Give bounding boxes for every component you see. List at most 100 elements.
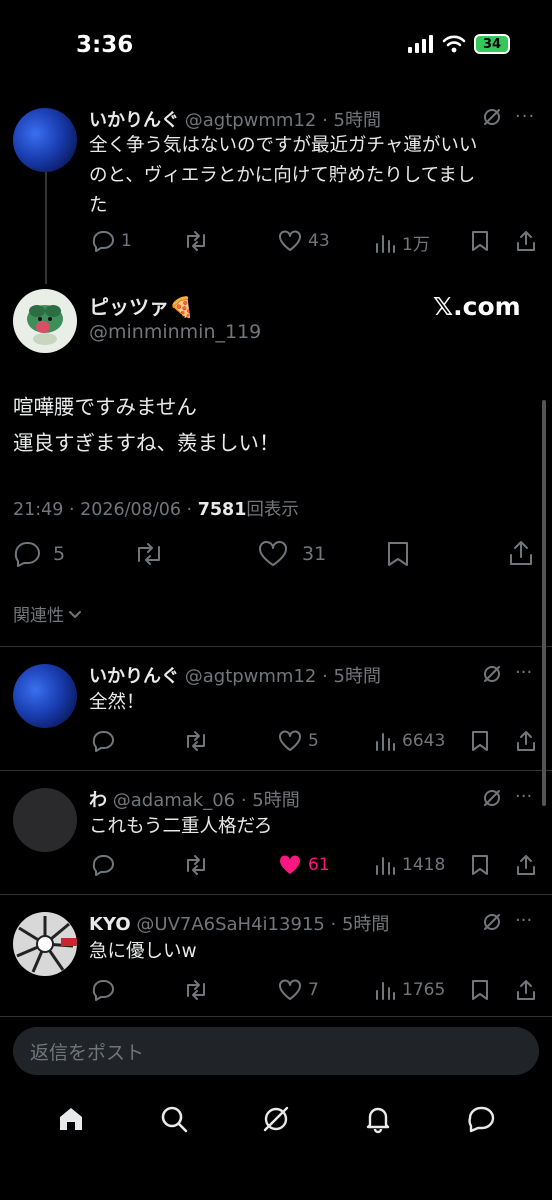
- more-options-icon[interactable]: ···: [515, 662, 532, 683]
- retweet-icon: [187, 980, 205, 1000]
- share-icon[interactable]: [515, 978, 537, 1002]
- retweet-button[interactable]: [183, 854, 215, 876]
- text-line: 運良すぎますね、羨ましい！: [13, 431, 280, 455]
- main-author-handle[interactable]: @minminmin_119: [89, 321, 261, 343]
- reply-button[interactable]: [91, 979, 121, 1001]
- divider: [0, 1016, 552, 1017]
- view-count: 1765: [402, 980, 446, 1000]
- author-handle[interactable]: @agtpwmm12: [185, 110, 317, 131]
- share-icon[interactable]: [515, 229, 537, 253]
- grok-nav-icon[interactable]: [261, 1104, 291, 1134]
- reply-1-header: いかりんぐ @agtpwmm12 · 5時間: [89, 666, 381, 687]
- retweet-icon: [187, 855, 205, 875]
- avatar-reply-2[interactable]: [13, 788, 77, 852]
- bottom-nav: [0, 1092, 552, 1146]
- like-count: 43: [308, 231, 330, 251]
- bookmark-icon[interactable]: [470, 854, 490, 876]
- heart-icon: [279, 230, 301, 251]
- text-line: 全く争う気はないのですが最近ガチャ運がいい: [89, 135, 478, 156]
- like-count: 7: [308, 980, 319, 1000]
- main-author-name[interactable]: ピッツァ🍕: [89, 291, 194, 320]
- reply-button[interactable]: [91, 730, 121, 752]
- views-button[interactable]: 1418: [374, 854, 445, 876]
- reply-icon: [92, 855, 114, 876]
- retweet-button[interactable]: [183, 979, 215, 1001]
- like-button[interactable]: 5: [278, 730, 319, 752]
- more-options-icon[interactable]: ···: [515, 910, 532, 931]
- bookmark-icon[interactable]: [470, 979, 490, 1001]
- author-name[interactable]: いかりんぐ: [89, 110, 179, 131]
- author-handle[interactable]: @agtpwmm12: [185, 666, 317, 687]
- cellular-signal-icon: [408, 35, 434, 53]
- parent-tweet-header: いかりんぐ @agtpwmm12 · 5時間: [89, 110, 381, 131]
- thread-line: [45, 172, 47, 284]
- divider: [0, 770, 552, 771]
- reply-icon: [92, 231, 114, 252]
- share-icon[interactable]: [515, 853, 537, 877]
- views-button[interactable]: 1万: [374, 230, 430, 255]
- author-handle[interactable]: @adamak_06: [113, 790, 235, 811]
- reply-3-header: KYO @UV7A6SaH4i13915 · 5時間: [89, 914, 390, 935]
- messages-icon[interactable]: [466, 1104, 496, 1134]
- main-retweet-button[interactable]: [133, 541, 171, 567]
- author-name[interactable]: いかりんぐ: [89, 666, 179, 687]
- grok-icon[interactable]: [482, 664, 502, 684]
- sort-dropdown[interactable]: 関連性: [13, 601, 82, 626]
- like-count: 61: [308, 855, 330, 875]
- search-icon[interactable]: [159, 1104, 189, 1134]
- more-options-icon[interactable]: ···: [515, 106, 535, 127]
- tweet-time[interactable]: 5時間: [342, 914, 389, 935]
- avatar-reply-3[interactable]: [13, 912, 77, 976]
- home-icon[interactable]: [56, 1104, 86, 1134]
- tweet-meta: 21:49 · 2026/08/06 · 7581回表示: [13, 496, 299, 521]
- views-label: 回表示: [246, 500, 299, 520]
- share-icon[interactable]: [515, 729, 537, 753]
- avatar-ikaring[interactable]: [13, 108, 77, 172]
- grok-icon[interactable]: [482, 912, 502, 932]
- heart-filled-icon: [279, 855, 301, 874]
- reply-count: 5: [53, 543, 66, 565]
- bookmark-icon[interactable]: [470, 730, 490, 752]
- tweet-timestamp[interactable]: 21:49 · 2026/08/06 ·: [13, 500, 198, 520]
- views-button[interactable]: 1765: [374, 979, 445, 1001]
- like-button[interactable]: 7: [278, 979, 319, 1001]
- sort-label: 関連性: [13, 606, 64, 626]
- author-handle[interactable]: @UV7A6SaH4i13915: [136, 914, 324, 935]
- bookmark-icon[interactable]: [470, 230, 490, 252]
- main-reply-button[interactable]: 5: [13, 541, 65, 567]
- tweet-time[interactable]: 5時間: [334, 666, 381, 687]
- like-button[interactable]: 43: [278, 230, 330, 252]
- author-name[interactable]: KYO: [89, 914, 131, 935]
- avatar-reply-1[interactable]: [13, 664, 77, 728]
- tweet-time[interactable]: 5時間: [334, 110, 381, 131]
- views-icon: [376, 857, 395, 875]
- main-like-button[interactable]: 31: [258, 541, 326, 567]
- avatar-pizza[interactable]: [13, 289, 77, 353]
- x-com-watermark: 𝕏.com: [433, 292, 521, 321]
- main-share-icon[interactable]: [508, 539, 534, 567]
- view-count: 6643: [402, 731, 446, 751]
- tweet-time[interactable]: 5時間: [252, 790, 299, 811]
- reply-button[interactable]: [91, 854, 121, 876]
- notifications-icon[interactable]: [363, 1104, 393, 1134]
- author-name[interactable]: わ: [89, 790, 107, 811]
- reply-2-text: これもう二重人格だろ: [89, 816, 273, 837]
- views-button[interactable]: 6643: [374, 730, 445, 752]
- grok-icon[interactable]: [482, 107, 502, 127]
- battery-icon: 34: [474, 34, 510, 54]
- retweet-button[interactable]: [183, 730, 215, 752]
- views-icon: [376, 982, 395, 1000]
- scrollbar[interactable]: [542, 400, 546, 806]
- retweet-icon: [187, 231, 205, 251]
- more-options-icon[interactable]: ···: [515, 786, 532, 807]
- retweet-button[interactable]: [183, 230, 215, 252]
- heart-icon: [279, 730, 301, 751]
- like-button-active[interactable]: 61: [278, 854, 330, 876]
- reply-icon: [14, 542, 40, 567]
- reply-icon: [92, 980, 114, 1001]
- reply-button[interactable]: 1: [91, 230, 132, 252]
- main-bookmark-icon[interactable]: [386, 541, 410, 567]
- grok-icon[interactable]: [482, 788, 502, 808]
- like-count: 31: [302, 543, 327, 565]
- text-line: 喧嘩腰ですみません: [13, 395, 197, 419]
